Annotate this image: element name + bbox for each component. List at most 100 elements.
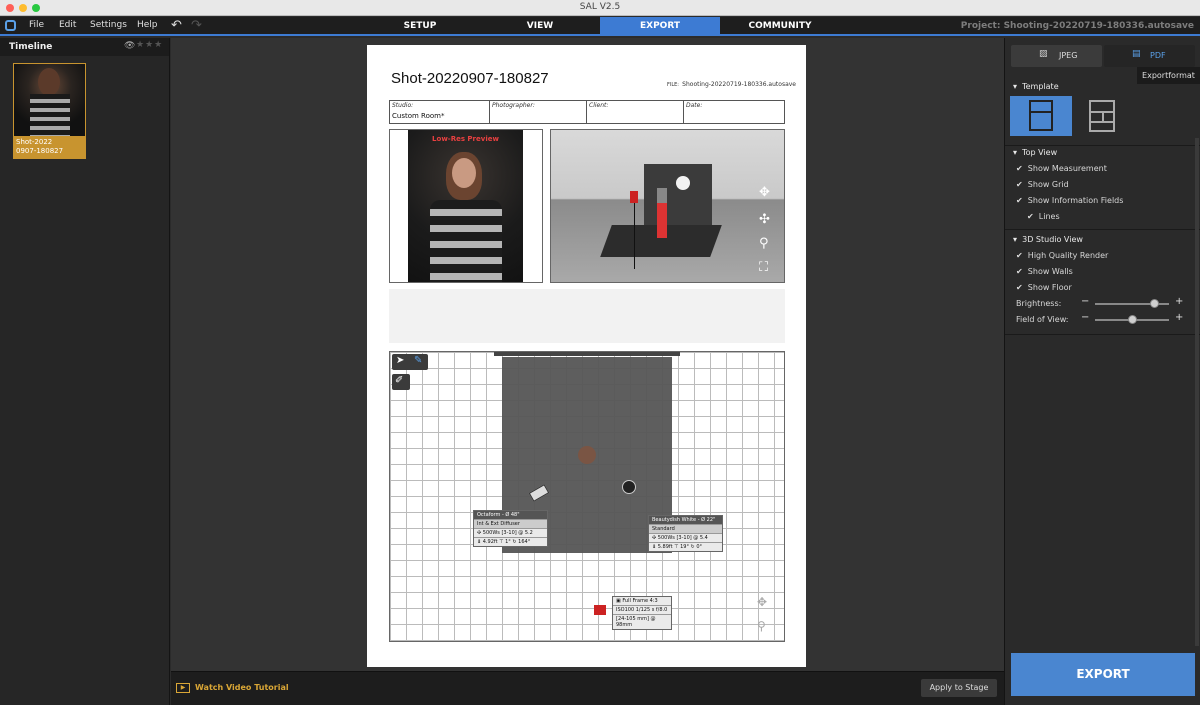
bottom-bar: ▶ Watch Video Tutorial Apply to Stage	[171, 671, 1004, 705]
show-floor-checkbox[interactable]: ✔ Show Floor	[1016, 283, 1072, 292]
template-section-header[interactable]: ▾ Template	[1013, 82, 1059, 91]
divider	[1005, 229, 1200, 230]
zoom-top-icon[interactable]: ⚲	[757, 619, 766, 633]
octaform-info-box: Octaform - Ø 48" Int & Ext Diffuser ✣ 50…	[473, 510, 548, 547]
notes-area[interactable]	[389, 289, 785, 343]
lines-label: Lines	[1038, 212, 1060, 221]
light2-power: ✣ 500Ws [3-10] @ 5.4	[649, 534, 722, 543]
show-grid-checkbox[interactable]: ✔ Show Grid	[1016, 180, 1069, 189]
hq-render-checkbox[interactable]: ✔ High Quality Render	[1016, 251, 1108, 260]
template-option-1[interactable]	[1010, 96, 1072, 136]
light1-height: 4.92ft	[482, 539, 498, 545]
studio3d-title: 3D Studio View	[1022, 235, 1083, 244]
show-info-fields-label: Show Information Fields	[1027, 196, 1124, 205]
annotation-tool[interactable]: ✐	[392, 374, 410, 390]
thumbnail-sweater	[30, 94, 70, 136]
camera-settings: ISO100 1/125 s f/8.0	[613, 606, 671, 615]
show-grid-label: Show Grid	[1027, 180, 1069, 189]
show-measurement-label: Show Measurement	[1027, 164, 1107, 173]
settings-scrollbar[interactable]	[1195, 138, 1199, 646]
brightness-minus-button[interactable]: −	[1081, 296, 1089, 307]
menu-file[interactable]: File	[29, 20, 44, 30]
menu-settings[interactable]: Settings	[90, 20, 127, 30]
timeline-panel: Timeline 👁 ★★★ Shot-2022 0907-180827	[0, 38, 170, 705]
export-settings-panel: ▨ JPEG ▤ PDF Exportformat ▾ Template ▾ T…	[1004, 38, 1200, 705]
light2-tilt: 19°	[680, 544, 689, 550]
light1-angle: 164°	[518, 539, 531, 545]
project-name: Project: Shooting-20220719-180336.autosa…	[960, 21, 1194, 31]
pdf-format-button[interactable]: ▤ PDF	[1104, 45, 1195, 67]
tab-setup[interactable]: SETUP	[360, 17, 480, 36]
tab-view[interactable]: VIEW	[480, 17, 600, 36]
studio-3d-view: ✥ ✣ ⚲ ⛶	[550, 129, 785, 283]
preview-label: Low-Res Preview	[432, 135, 499, 143]
apply-to-stage-button[interactable]: Apply to Stage	[921, 679, 997, 697]
fit-view-icon[interactable]: ⛶	[759, 260, 768, 275]
export-format-tooltip: Exportformat	[1137, 67, 1200, 84]
light2-angle: 0°	[696, 544, 703, 550]
fov-plus-button[interactable]: +	[1175, 312, 1183, 323]
select-cursor-icon[interactable]: ➤	[396, 355, 404, 366]
studio3d-section-header[interactable]: ▾ 3D Studio View	[1013, 235, 1083, 244]
show-walls-checkbox[interactable]: ✔ Show Walls	[1016, 267, 1073, 276]
brightness-slider-knob[interactable]	[1150, 299, 1160, 308]
model-face	[452, 158, 476, 188]
brightness-slider[interactable]	[1095, 299, 1169, 308]
image-icon: ▨	[1039, 49, 1048, 59]
preview-image: Low-Res Preview	[408, 130, 523, 282]
light1-tilt: 1°	[505, 539, 511, 545]
jpeg-label: JPEG	[1059, 51, 1078, 60]
app-logo-icon	[5, 20, 16, 31]
backdrop-stand	[494, 352, 680, 356]
video-play-icon[interactable]: ▶	[176, 683, 190, 693]
field-studio: Studio: Custom Room*	[390, 101, 490, 123]
brightness-plus-button[interactable]: +	[1175, 296, 1183, 307]
camera-top	[594, 605, 606, 615]
fov-slider[interactable]	[1095, 315, 1169, 324]
jpeg-format-button[interactable]: ▨ JPEG	[1011, 45, 1102, 67]
file-label: FILE:	[667, 82, 679, 88]
topview-section-header[interactable]: ▾ Top View	[1013, 148, 1057, 157]
timeline-header: Timeline 👁 ★★★	[0, 38, 169, 56]
zoom-icon[interactable]: ⚲	[759, 236, 769, 251]
light1-power: ✣ 500Ws [3-10] @ 5.2	[474, 529, 547, 538]
select-tool-group[interactable]: ➤ ✎	[392, 354, 428, 370]
divider	[1005, 145, 1200, 146]
fov-slider-knob[interactable]	[1127, 315, 1137, 324]
menu-help[interactable]: Help	[137, 20, 158, 30]
show-info-fields-checkbox[interactable]: ✔ Show Information Fields	[1016, 196, 1123, 205]
show-floor-label: Show Floor	[1027, 283, 1072, 292]
model-sweater	[430, 200, 502, 282]
beautydish-info-box: Beautydish White - Ø 22" Standard ✣ 500W…	[648, 515, 723, 552]
timeline-thumbnail[interactable]: Shot-2022 0907-180827	[13, 63, 86, 159]
studio-label: Studio:	[392, 102, 414, 109]
fov-label: Field of View:	[1016, 315, 1069, 324]
pan-icon[interactable]: ✣	[759, 212, 770, 227]
template-layout-2-icon[interactable]	[1089, 100, 1115, 132]
redo-icon[interactable]: ↷	[191, 18, 202, 33]
show-measurement-checkbox[interactable]: ✔ Show Measurement	[1016, 164, 1107, 173]
menu-edit[interactable]: Edit	[59, 20, 76, 30]
tag-pencil-icon[interactable]: ✐	[395, 375, 403, 386]
shot-title: Shot-20220907-180827	[391, 70, 549, 87]
undo-icon[interactable]: ↶	[171, 18, 182, 33]
export-button[interactable]: EXPORT	[1011, 653, 1195, 696]
rating-stars-icon[interactable]: ★★★	[136, 40, 163, 50]
light1-modifier: Int & Ext Diffuser	[474, 520, 547, 529]
camera-stand	[634, 203, 635, 269]
measure-pencil-icon[interactable]: ✎	[414, 355, 422, 366]
camera-3d	[630, 191, 638, 203]
timeline-title: Timeline	[9, 42, 53, 52]
lines-checkbox[interactable]: ✔ Lines	[1027, 212, 1060, 221]
camera-info-box: ▣ Full Frame 4:3 ISO100 1/125 s f/8.0 [2…	[612, 596, 672, 630]
tab-community[interactable]: COMMUNITY	[720, 17, 840, 36]
visibility-eye-icon[interactable]: 👁	[124, 41, 135, 51]
fov-minus-button[interactable]: −	[1081, 312, 1089, 323]
watch-tutorial-link[interactable]: Watch Video Tutorial	[195, 683, 289, 692]
move-icon[interactable]: ✥	[757, 595, 767, 609]
top-view-plan: ➤ ✎ ✐ Octaform - Ø 48" Int & Ext Diffuse…	[389, 351, 785, 642]
light2-height: 5.89ft	[657, 544, 673, 550]
tab-export[interactable]: EXPORT	[600, 17, 720, 36]
orbit-icon[interactable]: ✥	[759, 185, 770, 200]
show-walls-label: Show Walls	[1027, 267, 1073, 276]
